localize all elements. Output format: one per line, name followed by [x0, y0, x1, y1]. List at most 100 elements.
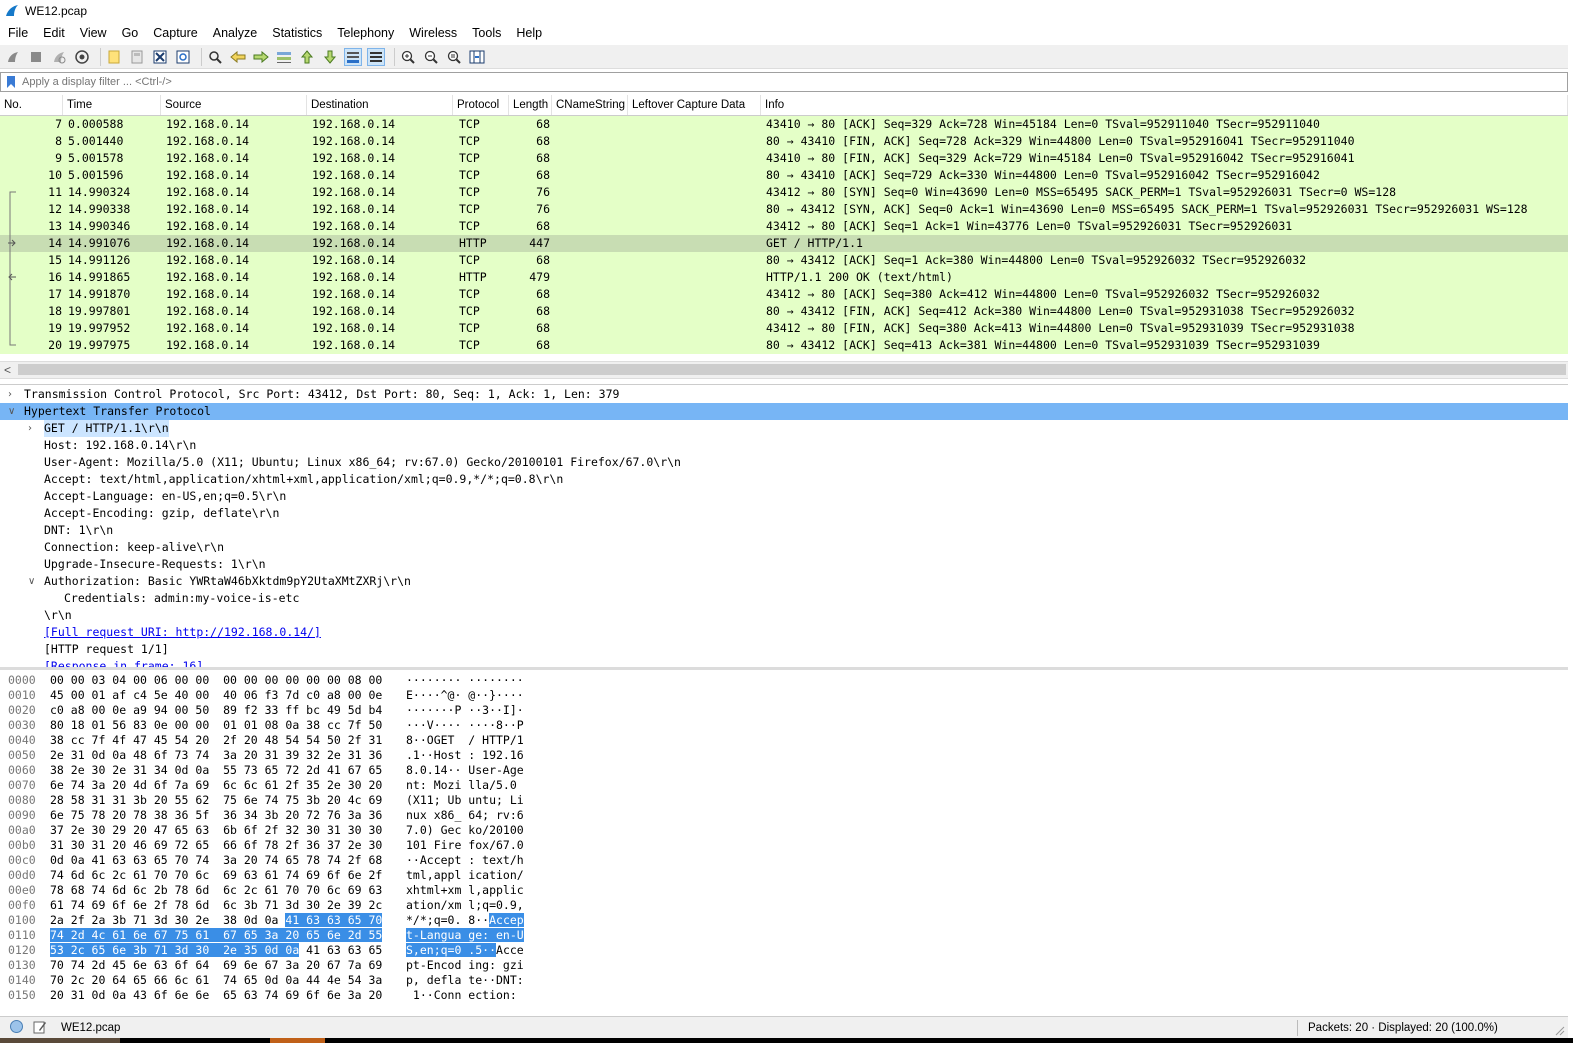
- packet-row[interactable]: 20 19.997975 192.168.0.14 192.168.0.14 TCP 68…: [0, 337, 1568, 354]
- menu-statistics[interactable]: Statistics: [264, 23, 329, 43]
- bytes-row[interactable]: 0080 28 58 31 31 3b 20 55 62 75 6e 74 75 …: [0, 793, 1568, 808]
- packet-row[interactable]: 19 19.997952 192.168.0.14 192.168.0.14 TCP 68…: [0, 320, 1568, 337]
- detail-tree-item[interactable]: DNT: 1\r\n: [0, 522, 1568, 539]
- chevron-down-icon[interactable]: ∨: [28, 573, 38, 590]
- capture-options-icon[interactable]: [73, 48, 91, 66]
- bytes-row[interactable]: 0060 38 2e 30 2e 31 34 0d 0a 55 73 65 72 …: [0, 763, 1568, 778]
- zoom-in-icon[interactable]: [399, 48, 417, 66]
- menu-wireless[interactable]: Wireless: [401, 23, 464, 43]
- bytes-row[interactable]: 0030 80 18 01 56 83 0e 00 00 01 01 08 0a …: [0, 718, 1568, 733]
- bytes-row[interactable]: 00c0 0d 0a 41 63 63 65 70 74 3a 20 74 65 …: [0, 853, 1568, 868]
- resize-columns-icon[interactable]: [468, 48, 486, 66]
- bytes-row[interactable]: 0150 20 31 0d 0a 43 6f 6e 6e 65 63 74 69 …: [0, 988, 1568, 1003]
- expert-info-icon[interactable]: [10, 1020, 23, 1033]
- packet-row[interactable]: 14 14.991076 192.168.0.14 192.168.0.14 HTTP 4…: [0, 235, 1568, 252]
- bytes-row[interactable]: 0020 c0 a8 00 0e a9 94 00 50 89 f2 33 ff …: [0, 703, 1568, 718]
- detail-tree-item[interactable]: [HTTP request 1/1]: [0, 641, 1568, 658]
- go-last-packet-icon[interactable]: [321, 48, 339, 66]
- detail-tree-item[interactable]: Upgrade-Insecure-Requests: 1\r\n: [0, 556, 1568, 573]
- resize-grip-icon[interactable]: [1553, 1024, 1565, 1036]
- pane-splitter[interactable]: [0, 667, 1568, 670]
- zoom-normal-icon[interactable]: [445, 48, 463, 66]
- bytes-row[interactable]: 0090 6e 75 78 20 78 38 36 5f 36 34 3b 20 …: [0, 808, 1568, 823]
- detail-tree-item[interactable]: ∨ Hypertext Transfer Protocol: [0, 403, 1568, 420]
- detail-tree-item[interactable]: ∨ Authorization: Basic YWRtaW46bXktdm9pY2…: [0, 573, 1568, 590]
- chevron-down-icon[interactable]: ∨: [8, 403, 18, 420]
- packet-row[interactable]: 12 14.990338 192.168.0.14 192.168.0.14 TCP 76…: [0, 201, 1568, 218]
- find-packet-icon[interactable]: [206, 48, 224, 66]
- packet-row[interactable]: 13 14.990346 192.168.0.14 192.168.0.14 TCP 68…: [0, 218, 1568, 235]
- column-header-length[interactable]: Length: [509, 95, 552, 115]
- detail-tree-item[interactable]: Accept-Encoding: gzip, deflate\r\n: [0, 505, 1568, 522]
- packet-list-hscrollbar[interactable]: <: [0, 361, 1568, 379]
- bytes-row[interactable]: 00b0 31 30 31 20 46 69 72 65 66 6f 78 2f …: [0, 838, 1568, 853]
- bytes-row[interactable]: 00f0 61 74 69 6f 6e 2f 78 6d 6c 3b 71 3d …: [0, 898, 1568, 913]
- reload-file-icon[interactable]: [174, 48, 192, 66]
- open-file-icon[interactable]: [105, 48, 123, 66]
- restart-capture-icon[interactable]: [50, 48, 68, 66]
- go-to-packet-icon[interactable]: [275, 48, 293, 66]
- column-header-time[interactable]: Time: [63, 95, 161, 115]
- bytes-row[interactable]: 0120 53 2c 65 6e 3b 71 3d 30 2e 35 0d 0a …: [0, 943, 1568, 958]
- detail-tree-item[interactable]: [Full request URI: http://192.168.0.14/]: [0, 624, 1568, 641]
- save-file-icon[interactable]: [128, 48, 146, 66]
- column-header-cnamestring[interactable]: CNameString: [552, 95, 628, 115]
- bytes-row[interactable]: 0100 2a 2f 2a 3b 71 3d 30 2e 38 0d 0a 41 …: [0, 913, 1568, 928]
- menu-telephony[interactable]: Telephony: [329, 23, 401, 43]
- bytes-row[interactable]: 0010 45 00 01 af c4 5e 40 00 40 06 f3 7d …: [0, 688, 1568, 703]
- menu-view[interactable]: View: [72, 23, 114, 43]
- packet-row[interactable]: 17 14.991870 192.168.0.14 192.168.0.14 TCP 68…: [0, 286, 1568, 303]
- bytes-row[interactable]: 0000 00 00 03 04 00 06 00 00 00 00 00 00 …: [0, 673, 1568, 688]
- zoom-out-icon[interactable]: [422, 48, 440, 66]
- auto-scroll-icon[interactable]: [344, 47, 362, 66]
- menu-help[interactable]: Help: [508, 23, 549, 43]
- packet-row[interactable]: 10 5.001596 192.168.0.14 192.168.0.14 TCP 68 8…: [0, 167, 1568, 184]
- detail-tree-item[interactable]: \r\n: [0, 607, 1568, 624]
- bytes-row[interactable]: 0110 74 2d 4c 61 6e 67 75 61 67 65 3a 20 …: [0, 928, 1568, 943]
- packet-row[interactable]: 16 14.991865 192.168.0.14 192.168.0.14 HTTP 4…: [0, 269, 1568, 286]
- menu-go[interactable]: Go: [114, 23, 146, 43]
- chevron-right-icon[interactable]: ›: [28, 420, 38, 437]
- detail-link[interactable]: [Full request URI: http://192.168.0.14/]: [44, 624, 321, 641]
- close-file-icon[interactable]: [151, 48, 169, 66]
- go-back-icon[interactable]: [229, 48, 247, 66]
- detail-tree-item[interactable]: [Response in frame: 16]: [0, 658, 1568, 667]
- go-first-packet-icon[interactable]: [298, 48, 316, 66]
- bytes-row[interactable]: 0040 38 cc 7f 4f 47 45 54 20 2f 20 48 54 …: [0, 733, 1568, 748]
- detail-tree-item[interactable]: Host: 192.168.0.14\r\n: [0, 437, 1568, 454]
- detail-tree-item[interactable]: › GET / HTTP/1.1\r\n: [0, 420, 1568, 437]
- bytes-row[interactable]: 0140 70 2c 20 64 65 66 6c 61 74 65 0d 0a …: [0, 973, 1568, 988]
- menu-edit[interactable]: Edit: [35, 23, 72, 43]
- column-header-source[interactable]: Source: [161, 95, 307, 115]
- packet-row[interactable]: 18 19.997801 192.168.0.14 192.168.0.14 TCP 68…: [0, 303, 1568, 320]
- column-header-info[interactable]: Info: [761, 95, 1568, 115]
- start-capture-icon[interactable]: [4, 48, 22, 66]
- column-header-leftover-capture-data[interactable]: Leftover Capture Data: [628, 95, 761, 115]
- bytes-row[interactable]: 00a0 37 2e 30 29 20 47 65 63 6b 6f 2f 32 …: [0, 823, 1568, 838]
- scroll-left-icon[interactable]: <: [4, 363, 11, 377]
- detail-tree-item[interactable]: Credentials: admin:my-voice-is-etc: [0, 590, 1568, 607]
- scrollbar-thumb[interactable]: [18, 364, 1566, 375]
- column-header-no[interactable]: No.: [0, 95, 63, 115]
- menu-analyze[interactable]: Analyze: [205, 23, 264, 43]
- column-header-destination[interactable]: Destination: [307, 95, 453, 115]
- bytes-row[interactable]: 0070 6e 74 3a 20 4d 6f 7a 69 6c 6c 61 2f …: [0, 778, 1568, 793]
- packet-row[interactable]: 11 14.990324 192.168.0.14 192.168.0.14 TCP 76…: [0, 184, 1568, 201]
- detail-link[interactable]: [Response in frame: 16]: [44, 658, 203, 667]
- bytes-row[interactable]: 00d0 74 6d 6c 2c 61 70 70 6c 69 63 61 74 …: [0, 868, 1568, 883]
- detail-tree-item[interactable]: Connection: keep-alive\r\n: [0, 539, 1568, 556]
- packet-row[interactable]: 7 0.000588 192.168.0.14 192.168.0.14 TCP 68 43…: [0, 116, 1568, 133]
- detail-tree-item[interactable]: User-Agent: Mozilla/5.0 (X11; Ubuntu; Li…: [0, 454, 1568, 471]
- chevron-right-icon[interactable]: ›: [8, 386, 18, 403]
- go-forward-icon[interactable]: [252, 48, 270, 66]
- stop-capture-icon[interactable]: [27, 48, 45, 66]
- bookmark-icon[interactable]: [6, 76, 16, 88]
- column-header-protocol[interactable]: Protocol: [453, 95, 509, 115]
- colorize-icon[interactable]: [367, 47, 385, 66]
- bytes-row[interactable]: 00e0 78 68 74 6d 6c 2b 78 6d 6c 2c 61 70 …: [0, 883, 1568, 898]
- detail-tree-item[interactable]: › Transmission Control Protocol, Src Port…: [0, 386, 1568, 403]
- menu-file[interactable]: File: [0, 23, 35, 43]
- capture-comment-icon[interactable]: [33, 1020, 47, 1034]
- bytes-row[interactable]: 0130 70 74 2d 45 6e 63 6f 64 69 6e 67 3a …: [0, 958, 1568, 973]
- packet-row[interactable]: 9 5.001578 192.168.0.14 192.168.0.14 TCP 68 43…: [0, 150, 1568, 167]
